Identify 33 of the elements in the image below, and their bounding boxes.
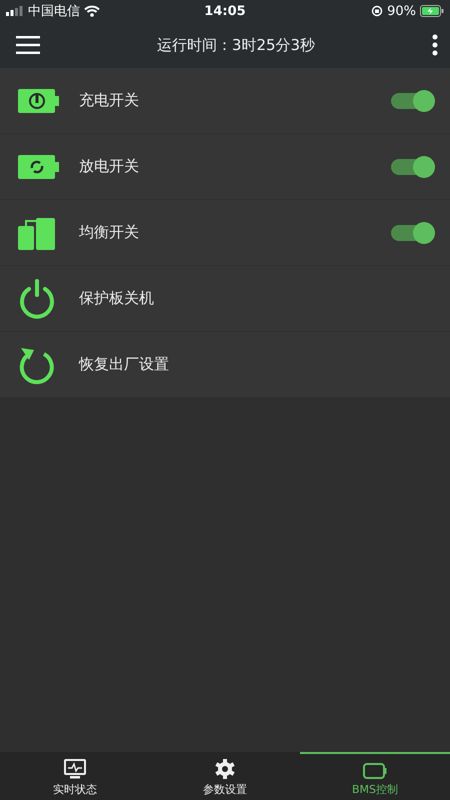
battery-charging-icon: [420, 5, 444, 17]
control-row[interactable]: 恢复出厂设置: [0, 332, 450, 398]
toggle-switch[interactable]: [391, 158, 433, 174]
tab-button[interactable]: BMS控制: [300, 752, 450, 800]
tab-button[interactable]: 实时状态: [0, 752, 150, 800]
carrier-name: 中国电信: [28, 3, 80, 20]
more-button[interactable]: [430, 32, 440, 58]
row-label: 保护板关机: [79, 289, 155, 308]
toggle-switch[interactable]: [391, 224, 433, 240]
row-label: 充电开关: [79, 91, 140, 110]
settings-icon: [215, 759, 235, 779]
control-row[interactable]: 保护板关机: [0, 266, 450, 332]
row-label: 放电开关: [79, 157, 140, 176]
control-row[interactable]: 均衡开关: [0, 200, 450, 266]
power-icon: [18, 278, 56, 318]
two-batteries-icon: [18, 216, 56, 250]
battery-plug-icon: [18, 88, 60, 112]
battery-percent: 90%: [387, 4, 416, 18]
row-label: 恢复出厂设置: [79, 355, 170, 374]
toggle-switch[interactable]: [391, 92, 433, 108]
monitor-icon: [64, 759, 86, 779]
row-label: 均衡开关: [79, 223, 140, 242]
control-row[interactable]: 充电开关: [0, 68, 450, 134]
clock-time: 14:05: [204, 4, 246, 18]
battery-cycle-icon: [18, 154, 60, 178]
rotation-lock-icon: [371, 5, 384, 17]
header-title: 运行时间：3时25分3秒: [156, 36, 316, 54]
menu-button[interactable]: [14, 34, 42, 56]
wifi-icon: [84, 5, 100, 17]
control-row[interactable]: 放电开关: [0, 134, 450, 200]
battery-icon: [363, 763, 387, 779]
tab-button[interactable]: 参数设置: [150, 752, 300, 800]
signal-icon: [6, 6, 24, 16]
